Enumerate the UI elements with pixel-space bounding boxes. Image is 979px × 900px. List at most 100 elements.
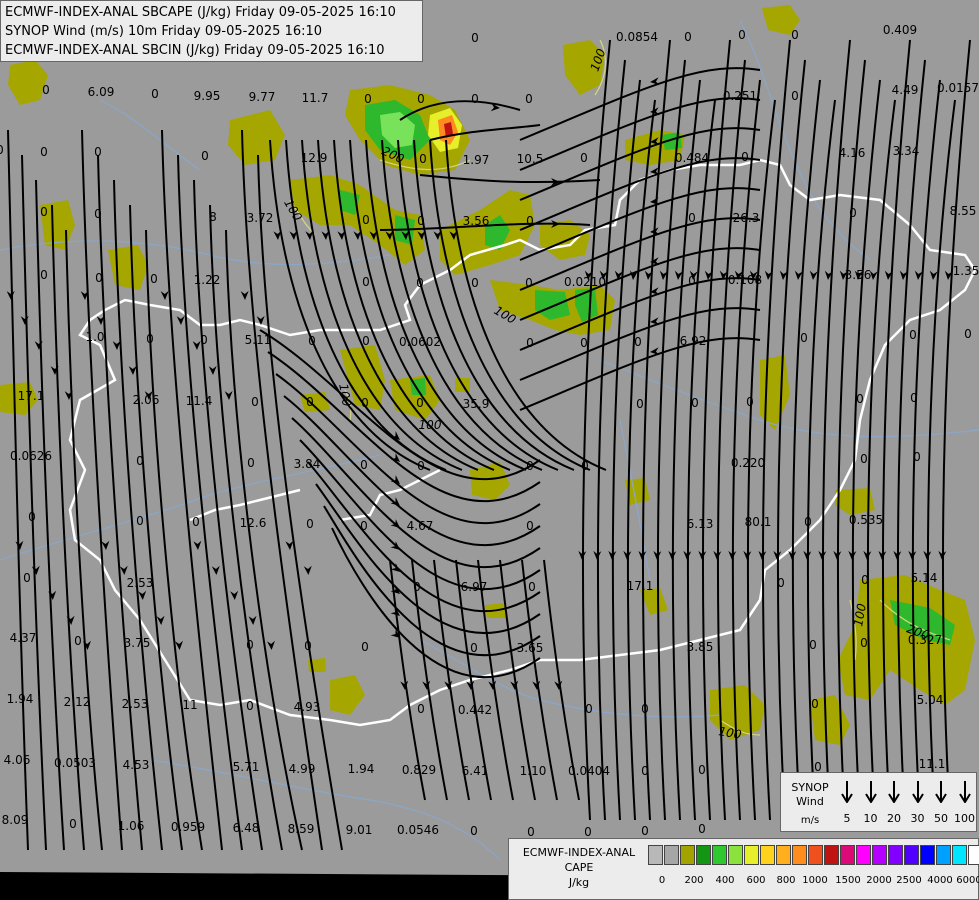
cape-area bbox=[838, 575, 975, 705]
cape-value-label: 1.22 bbox=[193, 273, 221, 287]
cape-color-bar bbox=[648, 845, 979, 865]
cape-value-label: 6.09 bbox=[87, 85, 115, 99]
streamline bbox=[671, 79, 701, 821]
cape-value-label: 9.01 bbox=[345, 823, 373, 837]
cape-value-label: 0.535 bbox=[848, 513, 884, 527]
cape-value-label: 0 bbox=[698, 822, 706, 836]
streamline-arrow bbox=[6, 290, 15, 300]
cape-value-label: 0 bbox=[94, 145, 102, 159]
cape-value-label: 6.92 bbox=[679, 334, 707, 348]
cape-value-label: 6.41 bbox=[461, 764, 489, 778]
cape-tick-label: 200 bbox=[684, 875, 704, 886]
cape-value-label: 0 bbox=[964, 327, 972, 341]
cape-value-label: 4.16 bbox=[838, 146, 866, 160]
cape-value-label: 3.84 bbox=[293, 457, 321, 471]
cape-value-label: 0.0210 bbox=[564, 275, 606, 289]
cape-value-label: 4.67 bbox=[406, 519, 434, 533]
wind-arrow-icon bbox=[911, 781, 924, 803]
streamline-arrow bbox=[390, 475, 400, 484]
synop-wind-legend: SYNOP Wind m/s 5 10 20 30 50 100 bbox=[780, 772, 977, 832]
cape-legend-units: J/kg bbox=[568, 876, 590, 889]
cape-value-label: 0 bbox=[360, 519, 368, 533]
cape-value-label: 0 bbox=[909, 328, 917, 342]
cape-value-label: 0 bbox=[42, 83, 50, 97]
cape-value-label: 0 bbox=[200, 333, 208, 347]
cape-value-label: 10.5 bbox=[516, 152, 544, 166]
cape-value-label: 0.0854 bbox=[616, 30, 658, 44]
streamline-arrow bbox=[211, 565, 220, 575]
cape-value-label: 3.65 bbox=[516, 641, 544, 655]
cape-value-label: 2.12 bbox=[63, 695, 91, 709]
cape-value-label: 9.95 bbox=[193, 89, 221, 103]
cape-color-swatch bbox=[840, 845, 855, 865]
streamline-arrow bbox=[128, 365, 137, 375]
cape-color-swatch bbox=[808, 845, 823, 865]
synop-speed-label: 100 bbox=[954, 812, 975, 825]
synop-speed-item: 5 bbox=[835, 781, 859, 825]
streamline bbox=[145, 229, 203, 851]
cape-value-label: 0 bbox=[849, 206, 857, 220]
cape-color-swatch bbox=[888, 845, 903, 865]
cape-tick-label: 1000 bbox=[802, 875, 828, 886]
wind-arrow-icon bbox=[888, 781, 900, 803]
cape-value-label: 0 bbox=[417, 92, 425, 106]
streamline bbox=[161, 129, 223, 851]
cape-tick-label: 1500 bbox=[835, 875, 861, 886]
cape-value-label: 4.37 bbox=[9, 631, 37, 645]
cape-value-label: 2.53 bbox=[121, 697, 149, 711]
cape-value-label: 0 bbox=[150, 272, 158, 286]
cape-value-label: 35.9 bbox=[462, 397, 490, 411]
cape-value-label: 0 bbox=[777, 576, 785, 590]
cape-value-label: 0 bbox=[136, 454, 144, 468]
contour-label: 100 bbox=[418, 418, 442, 432]
cape-value-label: 1.0 bbox=[85, 330, 105, 344]
cape-value-label: 0 bbox=[304, 639, 312, 653]
cape-value-label: 0 bbox=[413, 580, 421, 594]
cape-value-label: 0 bbox=[362, 334, 370, 348]
cape-value-label: 0 bbox=[525, 92, 533, 106]
streamline-arrow bbox=[809, 270, 818, 280]
cape-value-label: 0 bbox=[860, 636, 868, 650]
cape-value-label: 0 bbox=[527, 825, 535, 839]
cape-value-label: 3.72 bbox=[246, 211, 274, 225]
cape-value-label: 0 bbox=[913, 450, 921, 464]
cape-value-label: 5.71 bbox=[232, 760, 260, 774]
cape-tick-label: 0 bbox=[658, 875, 666, 886]
synop-legend-title: SYNOP Wind bbox=[791, 781, 829, 808]
cape-value-label: 0.0157 bbox=[937, 81, 979, 95]
cape-value-label: 0 bbox=[580, 151, 588, 165]
cape-tick-label: 800 bbox=[776, 875, 796, 886]
cape-value-label: 4.49 bbox=[891, 83, 919, 97]
synop-speed-label: 10 bbox=[863, 812, 878, 825]
wind-arrow-icon bbox=[841, 781, 853, 803]
cape-value-label: 26.3 bbox=[732, 211, 760, 225]
cape-value-label: 0 bbox=[580, 336, 588, 350]
cape-value-label: 0 bbox=[416, 396, 424, 410]
synop-speed-label: 20 bbox=[887, 812, 901, 825]
cape-value-label: 0 bbox=[69, 817, 77, 831]
cape-value-label: 0 bbox=[417, 459, 425, 473]
streamline-arrow bbox=[174, 640, 183, 650]
cape-value-label: 0 bbox=[362, 275, 370, 289]
cape-area bbox=[330, 675, 365, 715]
cape-color-swatch bbox=[792, 845, 807, 865]
cape-value-label: 0 bbox=[28, 510, 36, 524]
synop-speed-item: 20 bbox=[882, 781, 906, 825]
cape-value-label: 0.0503 bbox=[54, 756, 96, 770]
cape-value-label: 0 bbox=[585, 702, 593, 716]
cape-value-label: 5.04 bbox=[916, 693, 944, 707]
cape-value-label: 8 bbox=[209, 210, 217, 224]
cape-value-label: 3.56 bbox=[462, 214, 490, 228]
cape-value-label: 0 bbox=[308, 334, 316, 348]
header-line-3: ECMWF-INDEX-ANAL SBCIN (J/kg) Friday 09-… bbox=[5, 43, 385, 58]
cape-value-label: 4.53 bbox=[122, 758, 150, 772]
cape-area bbox=[540, 220, 590, 260]
cape-value-label: 0 bbox=[23, 571, 31, 585]
cape-value-label: 0 bbox=[470, 641, 478, 655]
cape-value-label: 0 bbox=[861, 573, 869, 587]
streamline-arrow bbox=[15, 540, 24, 550]
cape-value-label: 4.93 bbox=[293, 700, 321, 714]
cape-value-label: 6.48 bbox=[232, 821, 260, 835]
cape-value-label: 0 bbox=[136, 514, 144, 528]
cape-value-label: 0 bbox=[804, 515, 812, 529]
